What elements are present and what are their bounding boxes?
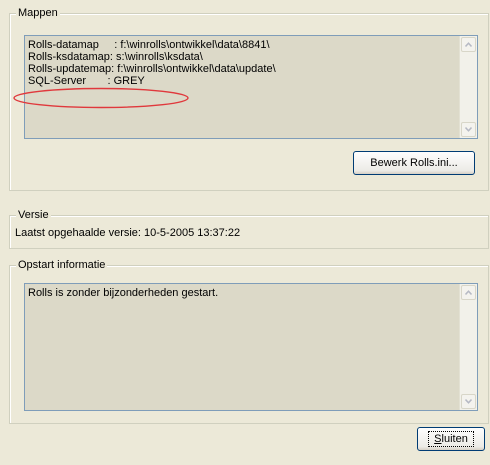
chevron-down-icon [465,399,472,404]
versie-legend: Versie [16,208,51,222]
close-button-focus: Sluiten [428,431,474,447]
scroll-down-button[interactable] [461,394,476,409]
mappen-textarea[interactable]: Rolls-datamap : f:\winrolls\ontwikkel\da… [24,35,478,139]
versie-group: Versie Laatst opgehaalde versie: 10-5-20… [9,208,489,249]
opstart-textarea[interactable]: Rolls is zonder bijzonderheden gestart. [24,283,478,411]
chevron-up-icon [465,42,472,47]
close-button[interactable]: Sluiten [417,427,485,451]
opstart-line: Rolls is zonder bijzonderheden gestart. [28,287,219,299]
opstart-scrollbar[interactable] [459,284,477,410]
chevron-up-icon [465,290,472,295]
edit-rolls-ini-label: Bewerk Rolls.ini... [370,157,458,169]
close-button-mnemonic: S [434,433,442,445]
mappen-line-sql-server: SQL-Server : GREY [28,75,145,87]
mappen-line-ksdatamap: Rolls-ksdatamap: s:\winrolls\ksdata\ [28,51,203,63]
close-button-label: Sluiten [434,433,468,445]
scroll-up-button[interactable] [461,37,476,52]
mappen-group: Mappen Rolls-datamap : f:\winrolls\ontwi… [9,6,489,191]
opstart-legend: Opstart informatie [16,258,108,272]
mappen-line-datamap: Rolls-datamap : f:\winrolls\ontwikkel\da… [28,39,270,51]
mappen-legend: Mappen [16,6,60,20]
scroll-up-button[interactable] [461,285,476,300]
mappen-scrollbar[interactable] [459,36,477,138]
mappen-line-updatemap: Rolls-updatemap: f:\winrolls\ontwikkel\d… [28,63,276,75]
edit-rolls-ini-button[interactable]: Bewerk Rolls.ini... [353,151,475,175]
scroll-down-button[interactable] [461,122,476,137]
opstart-group: Opstart informatie Rolls is zonder bijzo… [9,258,489,424]
versie-text: Laatst opgehaalde versie: 10-5-2005 13:3… [15,227,241,239]
chevron-down-icon [465,127,472,132]
